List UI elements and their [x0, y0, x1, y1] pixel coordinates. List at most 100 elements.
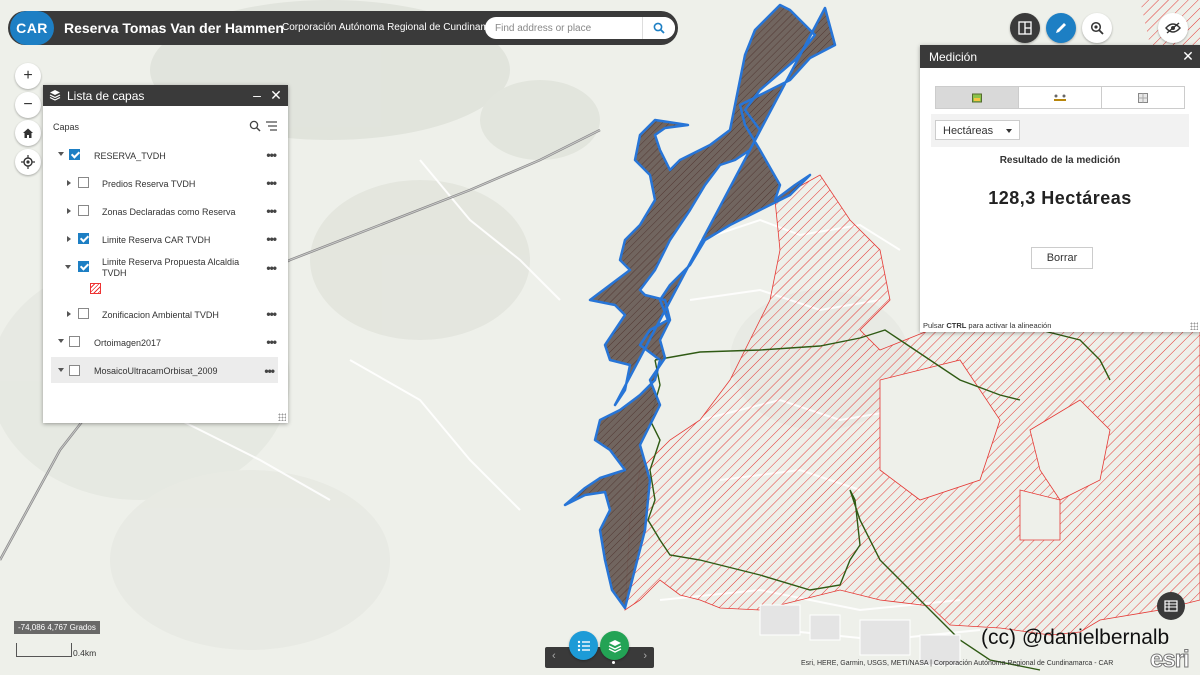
minimize-button[interactable]: –	[248, 86, 266, 104]
search-icon	[653, 22, 665, 34]
layer-checkbox[interactable]	[69, 149, 80, 160]
measurement-button[interactable]	[1046, 13, 1076, 43]
layer-checkbox[interactable]	[69, 336, 80, 347]
panel-title: Medición	[929, 50, 978, 64]
minus-icon: −	[23, 96, 33, 113]
layer-checkbox[interactable]	[78, 177, 89, 188]
locate-icon	[21, 155, 35, 169]
layers-icon	[608, 639, 621, 653]
map-compare-icon	[1018, 21, 1032, 35]
basemap-gallery-button[interactable]	[1010, 13, 1040, 43]
more-options-icon[interactable]: •••	[266, 148, 277, 162]
expand-arrow-icon[interactable]	[65, 265, 71, 269]
layer-label: RESERVA_TVDH	[94, 151, 166, 161]
scale-label: 0.4km	[73, 648, 97, 658]
expand-arrow-icon[interactable]	[67, 180, 71, 186]
close-button[interactable]: ✕	[1179, 47, 1197, 65]
app-subtitle: Corporación Autónoma Regional de Cundina…	[282, 22, 509, 33]
visibility-toggle-button[interactable]	[1158, 13, 1188, 43]
location-tool-tab[interactable]	[1102, 87, 1184, 108]
more-options-icon[interactable]: •••	[266, 204, 277, 218]
layer-label: Predios Reserva TVDH	[102, 179, 196, 189]
search-input[interactable]	[495, 17, 635, 39]
layer-row-limite-car[interactable]: Limite Reserva CAR TVDH •••	[43, 229, 288, 251]
distance-tool-tab[interactable]	[1019, 87, 1102, 108]
resize-handle[interactable]	[278, 413, 286, 421]
list-icon	[577, 640, 590, 651]
hint-suffix: para activar la alineación	[966, 321, 1052, 330]
more-options-icon[interactable]: •••	[264, 364, 275, 378]
resize-handle[interactable]	[1190, 322, 1198, 330]
expand-arrow-icon[interactable]	[67, 311, 71, 317]
location-icon	[1138, 92, 1148, 103]
measure-tool-tabs	[935, 86, 1185, 109]
pencil-icon	[1056, 23, 1066, 33]
layer-list-header: Lista de capas – ✕	[43, 85, 288, 106]
layer-row-limite-alcaldia[interactable]: Limite Reserva Propuesta Alcaldia TVDH •…	[43, 255, 288, 279]
layers-section-label: Capas	[53, 122, 80, 132]
search-icon[interactable]	[249, 120, 261, 132]
query-button[interactable]	[1082, 13, 1112, 43]
filter-options-icon[interactable]	[265, 120, 278, 132]
previous-arrow-icon[interactable]: ‹	[552, 650, 556, 662]
search-box	[485, 17, 675, 39]
plus-icon: +	[23, 67, 33, 84]
layer-checkbox[interactable]	[78, 205, 89, 216]
more-options-icon[interactable]: •••	[266, 261, 277, 275]
layer-row-zonificacion[interactable]: Zonificacion Ambiental TVDH •••	[43, 304, 288, 326]
zoom-out-button[interactable]: −	[15, 92, 41, 118]
result-value: 128,3 Hectáreas	[988, 188, 1132, 208]
car-logo: CAR	[10, 11, 54, 45]
coordinate-readout[interactable]: -74,086 4,767 Grados	[14, 621, 100, 634]
next-arrow-icon[interactable]: ›	[643, 650, 647, 662]
more-options-icon[interactable]: •••	[266, 232, 277, 246]
expand-arrow-icon[interactable]	[58, 339, 64, 343]
minimize-icon: –	[253, 87, 261, 103]
layer-checkbox[interactable]	[69, 365, 80, 376]
eye-off-icon	[1165, 22, 1181, 34]
layer-label: MosaicoUltracamOrbisat_2009	[94, 366, 218, 376]
more-options-icon[interactable]: •••	[266, 335, 277, 349]
expand-arrow-icon[interactable]	[67, 236, 71, 242]
layer-label-line2: TVDH	[102, 268, 127, 278]
layer-list-button[interactable]	[600, 631, 629, 660]
layers-icon	[49, 90, 61, 101]
more-options-icon[interactable]: •••	[266, 176, 277, 190]
layer-checkbox[interactable]	[78, 308, 89, 319]
layer-row-mosaico[interactable]: MosaicoUltracamOrbisat_2009 •••	[51, 357, 278, 383]
more-options-icon[interactable]: •••	[266, 307, 277, 321]
result-label: Resultado de la medición	[999, 155, 1121, 166]
measurement-header: Medición ✕	[920, 45, 1200, 68]
clear-button[interactable]: Borrar	[1031, 247, 1093, 269]
home-icon	[23, 128, 33, 138]
logo-text: CAR	[16, 20, 48, 36]
layer-label: Zonificacion Ambiental TVDH	[102, 310, 219, 320]
hint-prefix: Pulsar	[923, 321, 947, 330]
snapping-hint: Pulsar CTRL para activar la alineación	[923, 321, 1051, 330]
area-tool-tab[interactable]	[936, 87, 1019, 108]
app-title: Reserva Tomas Van der Hammen	[64, 20, 284, 36]
attribute-table-button[interactable]	[1157, 592, 1185, 620]
expand-arrow-icon[interactable]	[67, 208, 71, 214]
close-icon: ✕	[1182, 47, 1194, 64]
map-attribution: Esri, HERE, Garmin, USGS, METI/NASA | Co…	[801, 660, 1114, 667]
chevron-down-icon	[1006, 129, 1012, 133]
locate-button[interactable]	[15, 149, 41, 175]
layer-row-ortoimagen[interactable]: Ortoimagen2017 •••	[43, 332, 288, 354]
layer-label: Zonas Declaradas como Reserva	[102, 207, 236, 217]
legend-button[interactable]	[569, 631, 598, 660]
layer-row-reserva[interactable]: RESERVA_TVDH •••	[43, 145, 288, 167]
home-button[interactable]	[15, 120, 41, 146]
units-dropdown[interactable]: Hectáreas	[935, 120, 1020, 140]
layer-checkbox[interactable]	[78, 233, 89, 244]
layer-row-predios[interactable]: Predios Reserva TVDH •••	[43, 173, 288, 195]
zoom-in-button[interactable]: +	[15, 63, 41, 89]
hint-key: CTRL	[946, 321, 967, 330]
expand-arrow-icon[interactable]	[58, 368, 64, 372]
search-button[interactable]	[642, 17, 675, 39]
layer-row-zonas[interactable]: Zonas Declaradas como Reserva •••	[43, 201, 288, 223]
expand-arrow-icon[interactable]	[58, 152, 64, 156]
close-button[interactable]: ✕	[267, 86, 285, 104]
layer-checkbox[interactable]	[78, 261, 89, 272]
watermark: (cc) @danielbernalb	[981, 626, 1170, 649]
